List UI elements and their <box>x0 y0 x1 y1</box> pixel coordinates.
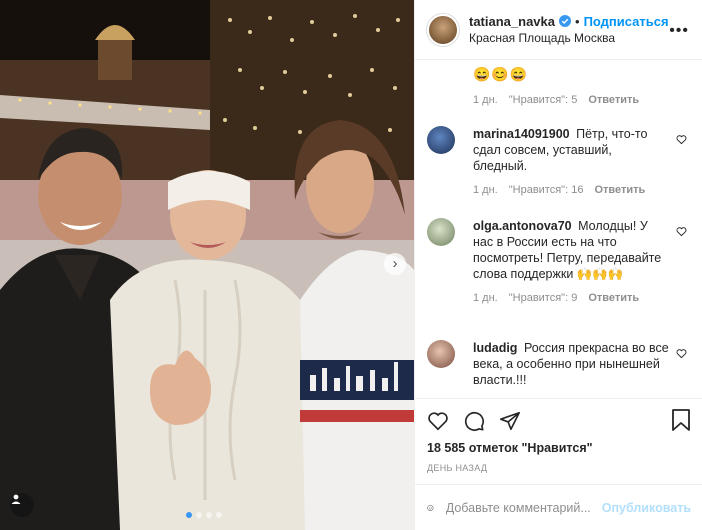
publish-button[interactable]: Опубликовать <box>602 501 691 515</box>
comment-time: 1 дн. <box>473 292 498 304</box>
more-horizontal-icon: ••• <box>669 22 689 39</box>
comment-icon[interactable] <box>463 410 485 432</box>
heart-icon[interactable] <box>427 410 449 432</box>
post-actions: 18 585 отметок "Нравится" ДЕНЬ НАЗАД <box>415 398 702 473</box>
post-photo[interactable]: › <box>0 0 414 530</box>
post-date: ДЕНЬ НАЗАД <box>427 463 488 473</box>
post-header: tatiana_navka • Подписаться Красная Площ… <box>415 0 702 60</box>
more-options-button[interactable]: ••• <box>669 22 689 40</box>
carousel-dot <box>216 512 222 518</box>
follow-button[interactable]: Подписаться <box>584 13 669 30</box>
commenter-avatar[interactable] <box>427 218 455 246</box>
commenter-avatar[interactable] <box>427 340 455 368</box>
commenter-username[interactable]: olga.antonova70 <box>473 219 572 233</box>
photo-illustration <box>0 0 414 530</box>
next-photo-button[interactable]: › <box>384 253 406 275</box>
comment-reply-button[interactable]: Ответить <box>594 182 645 198</box>
post-side-panel: tatiana_navka • Подписаться Красная Площ… <box>414 0 702 530</box>
comment-input[interactable] <box>445 500 596 515</box>
comments-list[interactable]: 😄😊😄 1 дн. "Нравится": 5 Ответить marina1… <box>415 60 702 398</box>
comment-likes[interactable]: "Нравится": 9 <box>509 290 578 306</box>
carousel-indicator <box>186 512 222 518</box>
commenter-username[interactable]: ludadig <box>473 341 517 355</box>
bookmark-icon[interactable] <box>671 409 691 431</box>
comment-reply-button[interactable]: Ответить <box>588 94 639 106</box>
likes-count[interactable]: 18 585 отметок "Нравится" <box>427 441 691 455</box>
comment-reply-button[interactable]: Ответить <box>588 290 639 306</box>
carousel-dot <box>206 512 212 518</box>
comment-item: marina14091900 Пётр, что-то сдал совсем,… <box>427 126 697 198</box>
comment-likes[interactable]: "Нравится": 5 <box>509 94 578 106</box>
add-comment-bar: Опубликовать <box>415 484 702 530</box>
comment-like-heart-icon[interactable] <box>676 134 687 145</box>
comment-emoji: 😄😊😄 <box>473 66 529 82</box>
carousel-dot <box>186 512 192 518</box>
emoji-picker-icon[interactable] <box>427 497 434 519</box>
separator-dot: • <box>575 13 580 29</box>
comment-like-heart-icon[interactable] <box>676 226 687 237</box>
comment-meta: 1 дн. "Нравится": 5 Ответить <box>473 94 639 106</box>
tagged-users-button[interactable] <box>10 493 34 517</box>
location-link[interactable]: Красная Площадь Москва <box>469 30 669 47</box>
comment-item: ludadig Россия прекрасна во все века, а … <box>427 340 697 388</box>
share-icon[interactable] <box>499 410 521 432</box>
verified-badge-icon <box>559 15 571 27</box>
comment-meta: 1 дн. "Нравится": 9 Ответить <box>473 290 669 306</box>
username-link[interactable]: tatiana_navka <box>469 13 555 30</box>
comment-meta: 1 дн. "Нравится": 16 Ответить <box>473 182 669 198</box>
comment-time: 1 дн. <box>473 94 498 106</box>
comment-like-heart-icon[interactable] <box>676 348 687 359</box>
carousel-dot <box>196 512 202 518</box>
comment-time: 1 дн. <box>473 184 498 196</box>
avatar[interactable] <box>427 13 459 46</box>
comment-item: olga.antonova70 Молодцы! У нас в России … <box>427 218 697 306</box>
chevron-right-icon: › <box>392 255 398 272</box>
commenter-username[interactable]: marina14091900 <box>473 127 570 141</box>
commenter-avatar[interactable] <box>427 126 455 154</box>
user-tag-icon <box>11 494 21 504</box>
comment-likes[interactable]: "Нравится": 16 <box>509 182 584 198</box>
